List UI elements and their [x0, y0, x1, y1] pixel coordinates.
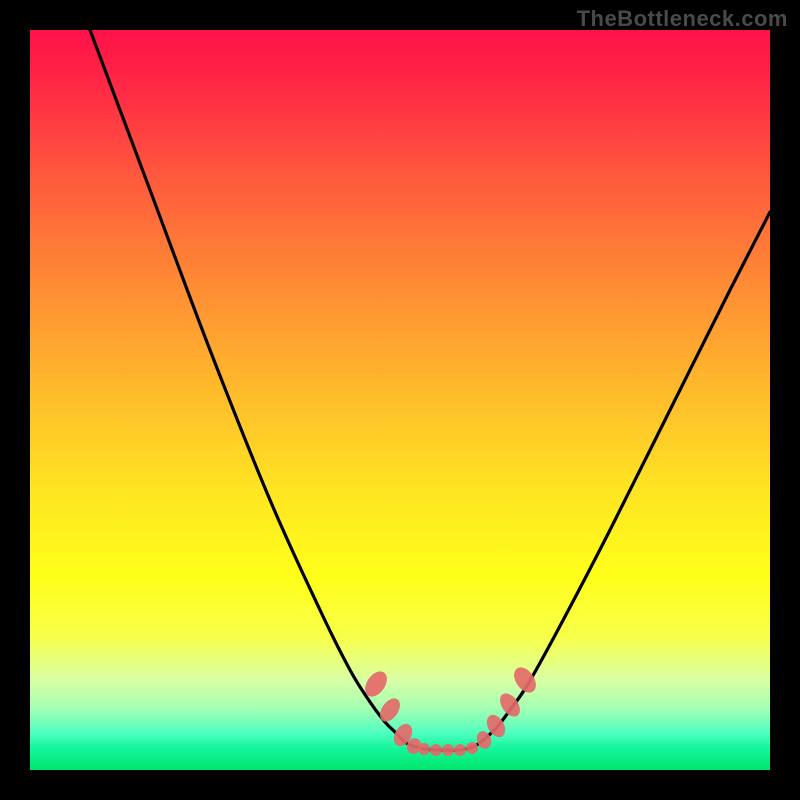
watermark-text: TheBottleneck.com [577, 6, 788, 32]
marker-dot [466, 742, 478, 754]
marker-dot [442, 744, 454, 756]
marker-dot [454, 744, 466, 756]
marker-dot [430, 744, 442, 756]
marker-dot [496, 690, 524, 720]
plot-area [30, 30, 770, 770]
marker-dot [418, 743, 430, 755]
curve-markers [30, 30, 770, 770]
marker-dot [361, 667, 392, 700]
chart-frame: TheBottleneck.com [0, 0, 800, 800]
marker-dot [376, 695, 404, 725]
marker-dot [510, 663, 541, 696]
